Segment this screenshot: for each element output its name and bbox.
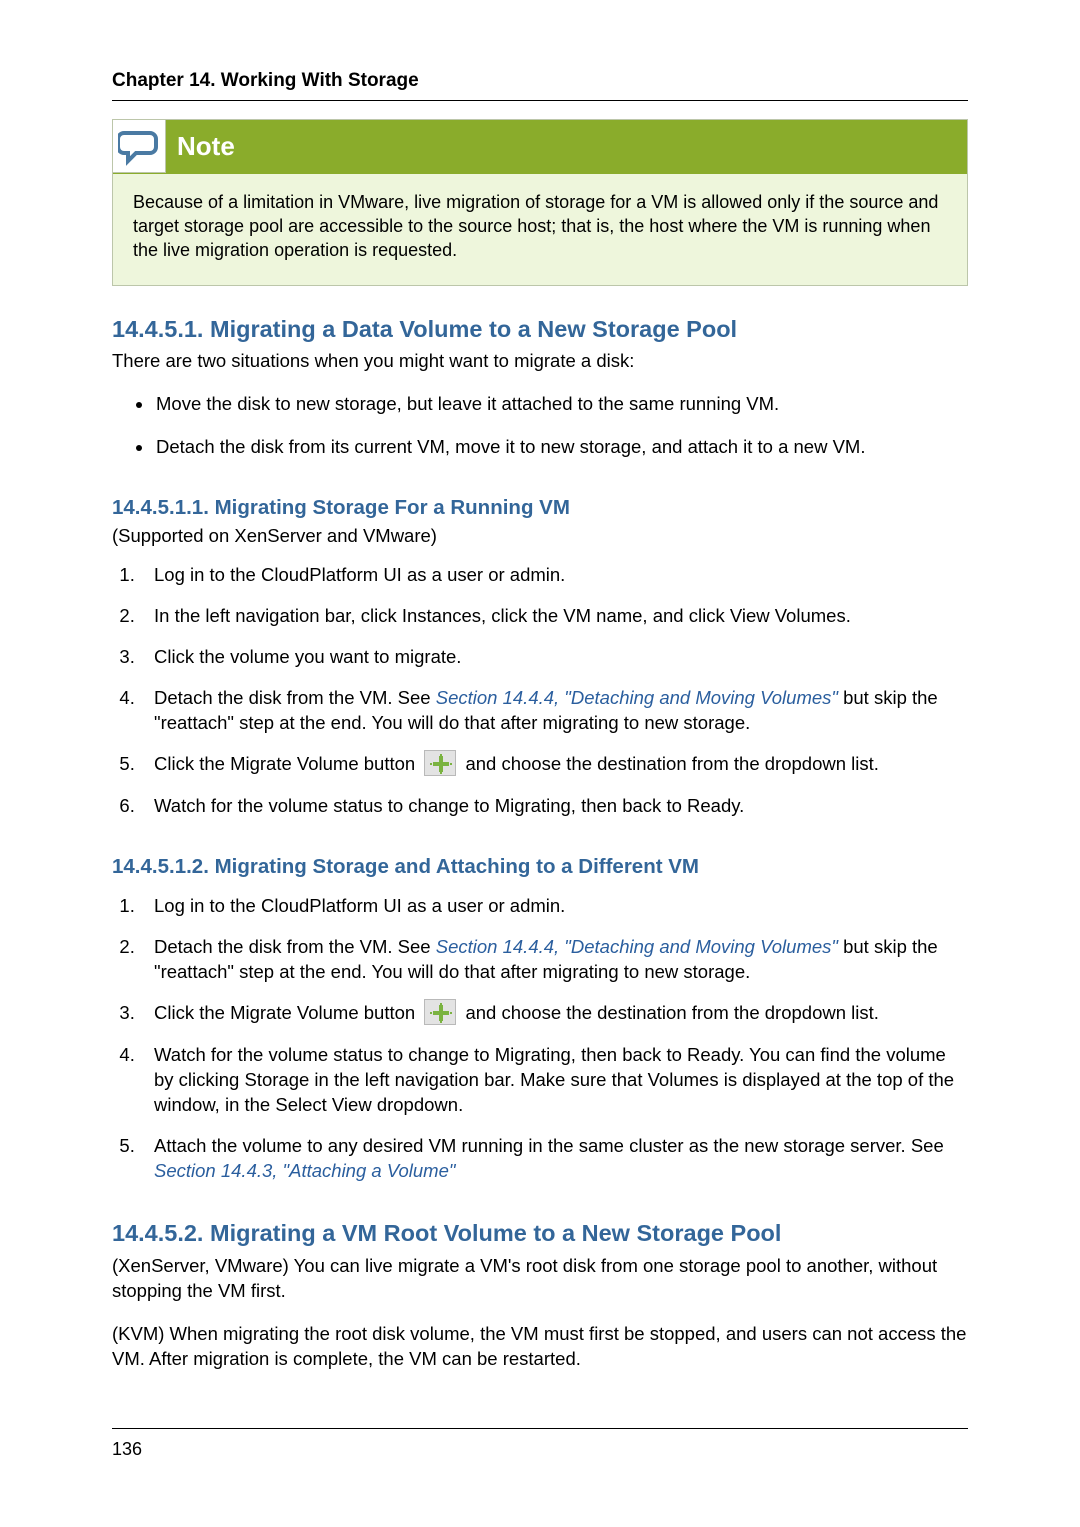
step-text: Click the Migrate Volume button xyxy=(154,753,420,774)
body-paragraph: (XenServer, VMware) You can live migrate… xyxy=(112,1254,968,1304)
note-body: Because of a limitation in VMware, live … xyxy=(113,174,967,263)
section-intro: There are two situations when you might … xyxy=(112,349,968,374)
step: Log in to the CloudPlatform UI as a user… xyxy=(140,894,968,919)
step-text: Detach the disk from the VM. See xyxy=(154,936,436,957)
section-14-4-5-1-1-heading: 14.4.5.1.1. Migrating Storage For a Runn… xyxy=(112,494,968,522)
list-item: Move the disk to new storage, but leave … xyxy=(154,392,968,417)
header-rule xyxy=(112,100,968,101)
chapter-title: Chapter 14. Working With Storage xyxy=(112,68,968,94)
note-admonition: Note Because of a limitation in VMware, … xyxy=(112,119,968,286)
section-14-4-5-1-2-heading: 14.4.5.1.2. Migrating Storage and Attach… xyxy=(112,853,968,881)
step-text: Attach the volume to any desired VM runn… xyxy=(154,1135,944,1156)
step-text: Click the Migrate Volume button xyxy=(154,1002,420,1023)
step: Watch for the volume status to change to… xyxy=(140,1043,968,1118)
section-14-4-5-2-heading: 14.4.5.2. Migrating a VM Root Volume to … xyxy=(112,1218,968,1250)
xref-link[interactable]: Section 14.4.4, "Detaching and Moving Vo… xyxy=(436,687,838,708)
section-14-4-5-1-heading: 14.4.5.1. Migrating a Data Volume to a N… xyxy=(112,314,968,346)
step: Detach the disk from the VM. See Section… xyxy=(140,935,968,985)
step-text: and choose the destination from the drop… xyxy=(460,753,879,774)
step: Attach the volume to any desired VM runn… xyxy=(140,1134,968,1184)
step-text: and choose the destination from the drop… xyxy=(460,1002,879,1023)
step: Log in to the CloudPlatform UI as a user… xyxy=(140,563,968,588)
step: Click the Migrate Volume button and choo… xyxy=(140,1001,968,1027)
migrate-volume-icon xyxy=(424,999,456,1025)
step: Detach the disk from the VM. See Section… xyxy=(140,686,968,736)
xref-link[interactable]: Section 14.4.4, "Detaching and Moving Vo… xyxy=(436,936,838,957)
support-note: (Supported on XenServer and VMware) xyxy=(112,524,968,549)
step: In the left navigation bar, click Instan… xyxy=(140,604,968,629)
step-text: Detach the disk from the VM. See xyxy=(154,687,436,708)
footer-rule xyxy=(112,1428,968,1429)
migrate-volume-icon xyxy=(424,750,456,776)
step: Click the Migrate Volume button and choo… xyxy=(140,752,968,778)
step: Click the volume you want to migrate. xyxy=(140,645,968,670)
list-item: Detach the disk from its current VM, mov… xyxy=(154,435,968,460)
body-paragraph: (KVM) When migrating the root disk volum… xyxy=(112,1322,968,1372)
note-header: Note xyxy=(113,120,967,174)
xref-link[interactable]: Section 14.4.3, "Attaching a Volume" xyxy=(154,1160,455,1181)
note-label: Note xyxy=(177,129,235,164)
procedure-different-vm: Log in to the CloudPlatform UI as a user… xyxy=(112,894,968,1184)
step: Watch for the volume status to change to… xyxy=(140,794,968,819)
speech-bubble-icon xyxy=(112,119,166,173)
procedure-running-vm: Log in to the CloudPlatform UI as a user… xyxy=(112,563,968,819)
situations-list: Move the disk to new storage, but leave … xyxy=(112,392,968,460)
page-number: 136 xyxy=(112,1437,968,1461)
